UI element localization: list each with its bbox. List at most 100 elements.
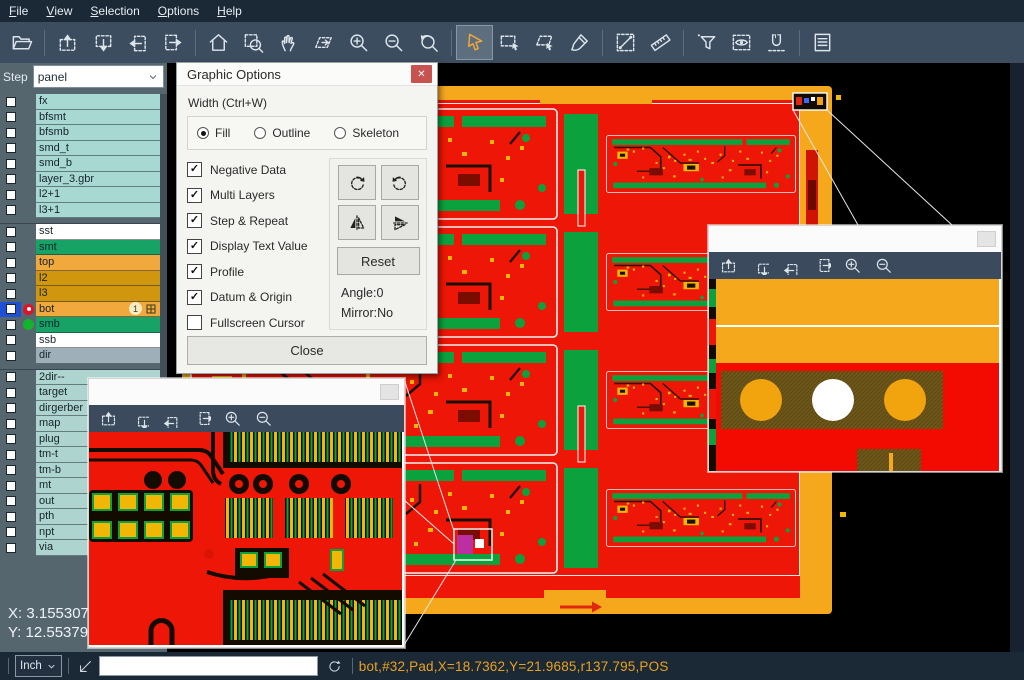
pan-right-button[interactable] bbox=[189, 408, 213, 430]
menu-options[interactable]: Options bbox=[149, 0, 208, 22]
pan-down-button[interactable] bbox=[747, 255, 771, 277]
layer-visibility-checkbox[interactable] bbox=[6, 481, 16, 491]
measure-distance-button[interactable] bbox=[608, 26, 643, 59]
menu-selection[interactable]: Selection bbox=[81, 0, 148, 22]
radio-fill[interactable]: Fill bbox=[197, 126, 230, 140]
layer-name-cell[interactable]: l3+1 bbox=[36, 203, 160, 219]
checkbox-profile[interactable]: ✓Profile bbox=[187, 264, 329, 279]
layer-row-bfsmb[interactable]: bfsmb bbox=[0, 125, 167, 141]
layer-visibility-checkbox[interactable] bbox=[6, 190, 16, 200]
close-button[interactable]: Close bbox=[187, 336, 427, 365]
pan-left-button[interactable] bbox=[778, 255, 802, 277]
layer-name-cell[interactable]: smb bbox=[36, 317, 160, 333]
layer-visibility-checkbox[interactable] bbox=[6, 465, 16, 475]
layer-name-cell[interactable]: smt bbox=[36, 240, 160, 256]
pan-right-button[interactable] bbox=[809, 255, 833, 277]
reset-button[interactable]: Reset bbox=[337, 247, 420, 275]
layer-visibility-checkbox[interactable] bbox=[6, 112, 16, 122]
menu-help[interactable]: Help bbox=[208, 0, 251, 22]
layer-name-cell[interactable]: l2 bbox=[36, 271, 160, 287]
pan-left-button[interactable] bbox=[120, 26, 155, 59]
layer-row-layer_3.gbr[interactable]: layer_3.gbr bbox=[0, 172, 167, 188]
layer-name-cell[interactable]: top bbox=[36, 255, 160, 271]
layer-visibility-checkbox[interactable] bbox=[6, 304, 16, 314]
layer-name-cell[interactable]: bfsmb bbox=[36, 125, 160, 141]
layer-visibility-checkbox[interactable] bbox=[6, 143, 16, 153]
layer-row-smd_b[interactable]: smd_b bbox=[0, 156, 167, 172]
preview-title-bar[interactable] bbox=[709, 226, 1001, 252]
select-cursor-button[interactable] bbox=[457, 26, 492, 59]
layer-name-cell[interactable]: fx bbox=[36, 94, 160, 110]
layer-visibility-checkbox[interactable] bbox=[6, 320, 16, 330]
layer-name-cell[interactable]: l3 bbox=[36, 286, 160, 302]
layer-visibility-checkbox[interactable] bbox=[6, 273, 16, 283]
pan-down-button[interactable] bbox=[127, 408, 151, 430]
layer-visibility-checkbox[interactable] bbox=[6, 351, 16, 361]
snap-corner-button[interactable] bbox=[75, 655, 97, 677]
layer-visibility-checkbox[interactable] bbox=[6, 174, 16, 184]
zoomed-pcb-view[interactable] bbox=[89, 432, 402, 645]
mirror-horizontal-button[interactable] bbox=[338, 205, 376, 240]
radio-outline[interactable]: Outline bbox=[254, 126, 310, 140]
pan-right-button[interactable] bbox=[155, 26, 190, 59]
layer-visibility-checkbox[interactable] bbox=[6, 496, 16, 506]
unit-select[interactable]: Inch bbox=[15, 655, 62, 677]
preview-title-bar[interactable] bbox=[89, 379, 404, 405]
layer-row-l3+1[interactable]: l3+1 bbox=[0, 203, 167, 219]
layer-row-l3[interactable]: l3 bbox=[0, 286, 167, 302]
rotate-ccw-button[interactable] bbox=[381, 165, 419, 200]
layer-visibility-checkbox[interactable] bbox=[6, 205, 16, 215]
rectangle-select-button[interactable] bbox=[492, 26, 527, 59]
refresh-button[interactable] bbox=[324, 655, 346, 677]
radio-skeleton[interactable]: Skeleton bbox=[334, 126, 399, 140]
dialog-title-bar[interactable]: Graphic Options ✕ bbox=[177, 63, 437, 86]
zoom-window-button[interactable] bbox=[236, 26, 271, 59]
home-view-button[interactable] bbox=[201, 26, 236, 59]
layer-row-l2+1[interactable]: l2+1 bbox=[0, 187, 167, 203]
layer-visibility-checkbox[interactable] bbox=[6, 335, 16, 345]
layer-visibility-checkbox[interactable] bbox=[6, 97, 16, 107]
layer-visibility-checkbox[interactable] bbox=[6, 450, 16, 460]
layer-visibility-checkbox[interactable] bbox=[6, 543, 16, 553]
layer-visibility-checkbox[interactable] bbox=[6, 434, 16, 444]
zoomed-panel-corner-view[interactable] bbox=[709, 279, 999, 471]
snap-magnet-button[interactable] bbox=[759, 26, 794, 59]
pan-up-button[interactable] bbox=[50, 26, 85, 59]
layer-visibility-checkbox[interactable] bbox=[6, 419, 16, 429]
view-options-button[interactable] bbox=[724, 26, 759, 59]
zoom-out-button[interactable] bbox=[251, 408, 275, 430]
layer-visibility-checkbox[interactable] bbox=[6, 527, 16, 537]
layer-name-cell[interactable]: smd_t bbox=[36, 141, 160, 157]
step-select[interactable]: panel bbox=[33, 65, 164, 88]
layer-row-sst[interactable]: sst bbox=[0, 224, 167, 240]
zoom-out-button[interactable] bbox=[376, 26, 411, 59]
pan-up-button[interactable] bbox=[716, 255, 740, 277]
zoom-in-button[interactable] bbox=[840, 255, 864, 277]
layer-name-cell[interactable]: bot 1 bbox=[36, 302, 160, 318]
layer-row-bot[interactable]: bot 1 bbox=[0, 302, 167, 318]
layer-visibility-checkbox[interactable] bbox=[6, 403, 16, 413]
checkbox-display-text-value[interactable]: ✓Display Text Value bbox=[187, 239, 329, 254]
pan-down-button[interactable] bbox=[85, 26, 120, 59]
checkbox-fullscreen-cursor[interactable]: Fullscreen Cursor bbox=[187, 315, 329, 330]
menu-view[interactable]: View bbox=[37, 0, 81, 22]
layer-name-cell[interactable]: layer_3.gbr bbox=[36, 172, 160, 188]
brush-select-button[interactable] bbox=[562, 26, 597, 59]
canvas-scrollbar[interactable] bbox=[1010, 63, 1024, 652]
close-icon[interactable]: ✕ bbox=[411, 65, 432, 83]
measure-ruler-button[interactable] bbox=[643, 26, 678, 59]
report-list-button[interactable] bbox=[805, 26, 840, 59]
layer-name-cell[interactable]: ssb bbox=[36, 333, 160, 349]
layer-visibility-checkbox[interactable] bbox=[6, 289, 16, 299]
mirror-vertical-button[interactable] bbox=[381, 205, 419, 240]
open-folder-button[interactable] bbox=[4, 26, 39, 59]
layer-name-cell[interactable]: smd_b bbox=[36, 156, 160, 172]
layer-row-dir[interactable]: dir bbox=[0, 348, 167, 364]
layer-name-cell[interactable]: sst bbox=[36, 224, 160, 240]
layer-name-cell[interactable]: dir bbox=[36, 348, 160, 364]
zoom-selection-button[interactable] bbox=[306, 26, 341, 59]
layer-row-ssb[interactable]: ssb bbox=[0, 333, 167, 349]
filter-button[interactable] bbox=[689, 26, 724, 59]
layer-visibility-checkbox[interactable] bbox=[6, 128, 16, 138]
pan-up-button[interactable] bbox=[96, 408, 120, 430]
